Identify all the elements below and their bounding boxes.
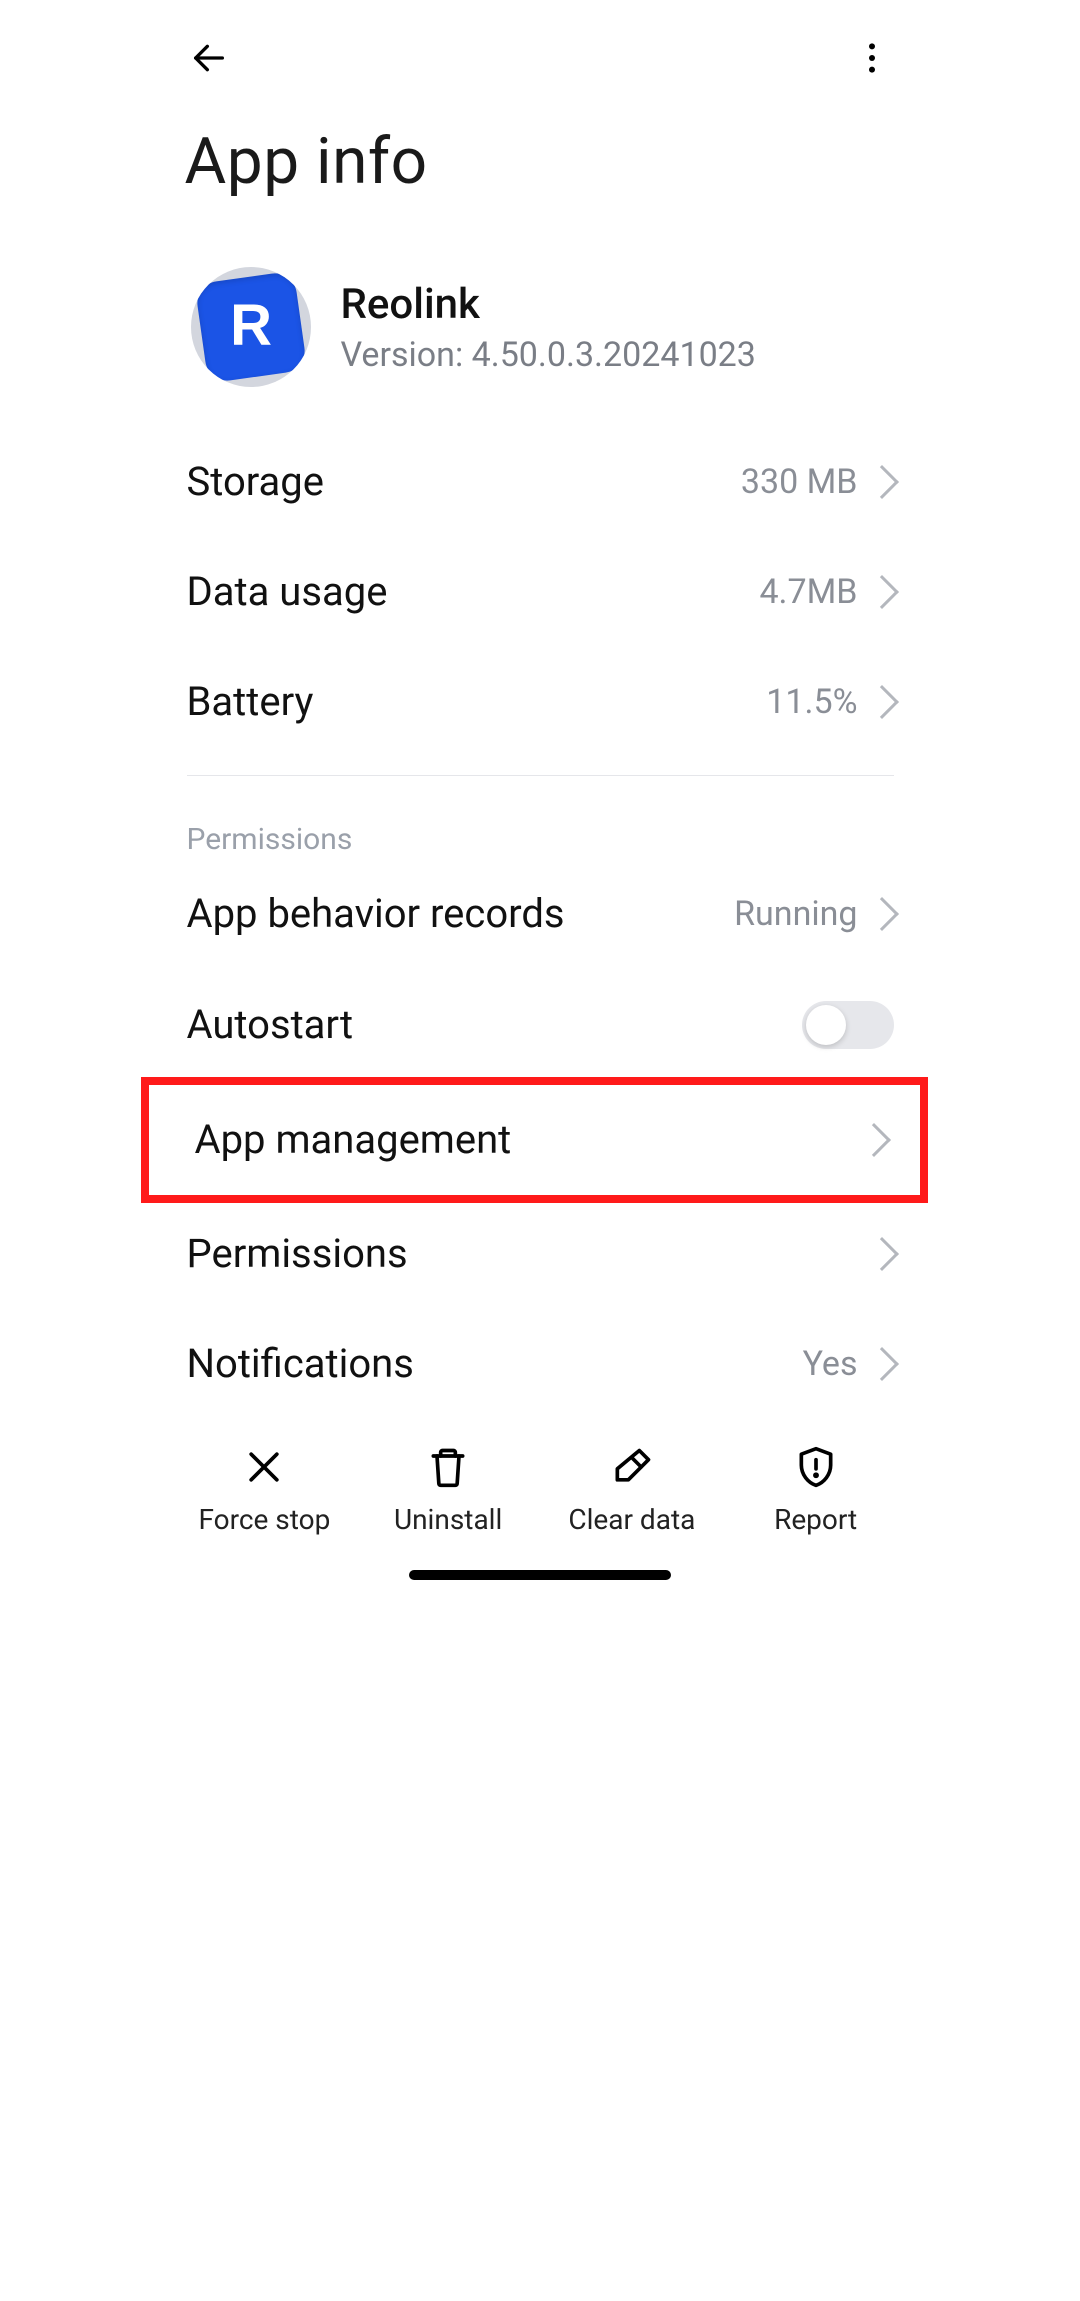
app-version: Version: 4.50.0.3.20241023 — [341, 335, 756, 375]
chevron-right-icon — [865, 465, 899, 499]
trash-icon — [426, 1445, 470, 1493]
home-indicator[interactable] — [409, 1570, 671, 1580]
row-label: App behavior records — [187, 891, 565, 937]
autostart-toggle[interactable] — [802, 1001, 894, 1049]
arrow-left-icon — [189, 38, 229, 82]
toggle-knob — [806, 1005, 846, 1045]
row-label: Autostart — [187, 1002, 354, 1048]
row-value: Yes — [803, 1344, 858, 1384]
row-label: Storage — [187, 459, 324, 505]
action-label: Force stop — [198, 1503, 330, 1536]
bottom-action-bar: Force stop Uninstall Clear data Report — [173, 1425, 908, 1540]
app-header: R Reolink Version: 4.50.0.3.20241023 — [173, 239, 908, 427]
row-label: Permissions — [187, 1231, 408, 1277]
row-value: 11.5% — [766, 682, 857, 722]
force-stop-button[interactable]: Force stop — [173, 1435, 357, 1536]
back-button[interactable] — [181, 32, 237, 88]
row-value: 4.7MB — [759, 572, 857, 612]
shield-alert-icon — [794, 1445, 838, 1493]
row-label: App management — [195, 1117, 512, 1163]
annotation-highlight: App management — [141, 1077, 928, 1203]
clear-data-button[interactable]: Clear data — [540, 1435, 724, 1536]
home-indicator-area — [173, 1540, 908, 1598]
section-permissions-header: Permissions — [173, 794, 908, 859]
app-name: Reolink — [341, 280, 756, 329]
chevron-right-icon — [865, 1347, 899, 1381]
chevron-right-icon — [865, 575, 899, 609]
page-title: App info — [173, 100, 908, 239]
row-label: Battery — [187, 679, 314, 725]
action-label: Uninstall — [394, 1503, 502, 1536]
row-battery[interactable]: Battery 11.5% — [173, 647, 908, 757]
report-button[interactable]: Report — [724, 1435, 908, 1536]
row-app-management[interactable]: App management — [149, 1085, 920, 1195]
row-autostart[interactable]: Autostart — [173, 969, 908, 1081]
chevron-right-icon — [865, 685, 899, 719]
uninstall-button[interactable]: Uninstall — [356, 1435, 540, 1536]
row-value: 330 MB — [741, 462, 858, 502]
action-label: Report — [774, 1503, 857, 1536]
app-icon: R — [191, 267, 311, 387]
close-icon — [242, 1445, 286, 1493]
row-label: Notifications — [187, 1341, 414, 1387]
row-app-behavior-records[interactable]: App behavior records Running — [173, 859, 908, 969]
more-button[interactable] — [844, 32, 900, 88]
divider — [187, 775, 894, 776]
row-data-usage[interactable]: Data usage 4.7MB — [173, 537, 908, 647]
row-notifications[interactable]: Notifications Yes — [173, 1309, 908, 1419]
chevron-right-icon — [865, 1237, 899, 1271]
app-icon-letter: R — [230, 292, 272, 359]
eraser-icon — [610, 1445, 654, 1493]
row-value: Running — [734, 894, 857, 934]
chevron-right-icon — [857, 1123, 891, 1157]
row-storage[interactable]: Storage 330 MB — [173, 427, 908, 537]
chevron-right-icon — [865, 897, 899, 931]
row-permissions[interactable]: Permissions — [173, 1199, 908, 1309]
row-label: Data usage — [187, 569, 388, 615]
action-label: Clear data — [568, 1503, 695, 1536]
more-vert-icon — [852, 38, 892, 82]
